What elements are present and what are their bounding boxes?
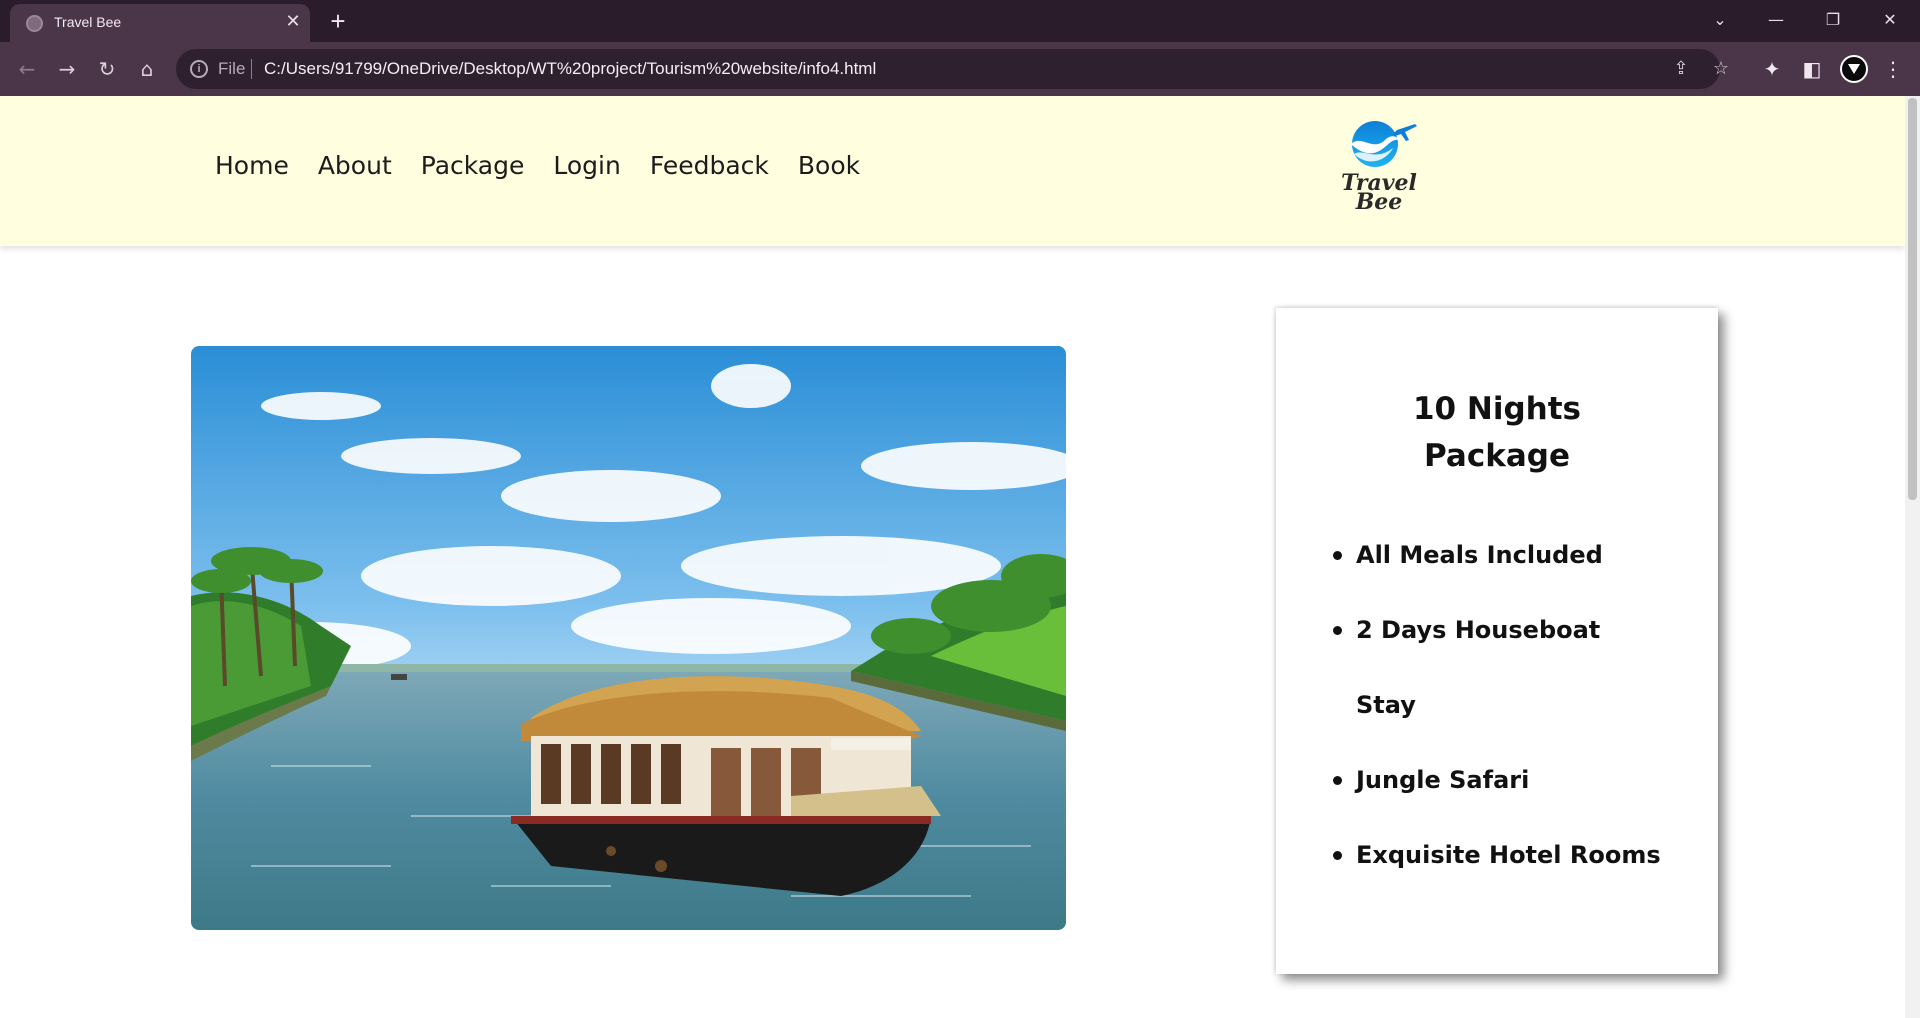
package-card: 10 Nights Package All Meals Included 2 D… <box>1276 308 1718 974</box>
scrollbar-thumb[interactable] <box>1908 98 1917 500</box>
list-item: All Meals Included <box>1333 518 1696 593</box>
travel-bee-logo[interactable]: Travel Bee <box>1335 118 1425 214</box>
restore-button[interactable]: ❐ <box>1805 0 1861 40</box>
tab-search-chevron-icon[interactable]: ⌄ <box>1692 0 1748 40</box>
reload-button[interactable]: ↻ <box>92 54 122 84</box>
nav-link-book[interactable]: Book <box>798 151 860 180</box>
bullet-icon <box>1333 626 1342 635</box>
page-viewport: Home About Package Login Feedback Book T… <box>0 96 1905 1018</box>
address-bar[interactable]: i File C:/Users/91799/OneDrive/Desktop/W… <box>176 49 1729 89</box>
info-icon[interactable]: i <box>190 60 208 78</box>
side-panel-icon[interactable]: ◧ <box>1797 54 1827 84</box>
bullet-icon <box>1333 551 1342 560</box>
nav-link-package[interactable]: Package <box>421 151 525 180</box>
new-tab-button[interactable]: + <box>322 6 354 36</box>
browser-tab-strip: Travel Bee ✕ + ⌄ — ❐ ✕ <box>0 0 1920 42</box>
bullet-icon <box>1333 776 1342 785</box>
nav-link-about[interactable]: About <box>318 151 392 180</box>
minimize-button[interactable]: — <box>1748 0 1804 40</box>
globe-icon <box>26 15 43 32</box>
scheme-label: File <box>218 59 246 78</box>
home-button[interactable]: ⌂ <box>132 54 162 84</box>
feature-text: All Meals Included <box>1356 541 1603 569</box>
feature-text: Jungle Safari <box>1356 766 1530 794</box>
page-scrollbar[interactable] <box>1905 96 1920 1018</box>
package-features-list: All Meals Included 2 Days Houseboat Stay… <box>1333 518 1696 893</box>
browser-toolbar: ← → ↻ ⌂ i File C:/Users/91799/OneDrive/D… <box>0 42 1920 96</box>
list-item: Jungle Safari <box>1333 743 1696 818</box>
package-title-line1: 10 Nights <box>1412 391 1582 427</box>
nav-link-feedback[interactable]: Feedback <box>650 151 769 180</box>
bullet-icon <box>1333 851 1342 860</box>
close-tab-icon[interactable]: ✕ <box>282 11 304 33</box>
tab-title: Travel Bee <box>54 14 122 30</box>
nav-link-home[interactable]: Home <box>215 151 289 180</box>
nav-link-login[interactable]: Login <box>553 151 620 180</box>
package-title: 10 Nights Package <box>1276 386 1718 480</box>
list-item: Exquisite Hotel Rooms <box>1333 818 1696 893</box>
extensions-puzzle-icon[interactable]: ✦ <box>1757 54 1787 84</box>
browser-menu-icon[interactable]: ⋮ <box>1878 54 1908 84</box>
forward-button[interactable]: → <box>52 54 82 84</box>
list-item-continuation: Stay <box>1356 668 1696 743</box>
houseboat-image <box>191 346 1066 930</box>
main-nav: Home About Package Login Feedback Book <box>215 151 889 180</box>
logo-line2: Bee <box>1355 189 1403 214</box>
bookmark-star-icon[interactable]: ☆ <box>1710 58 1732 80</box>
profile-avatar[interactable] <box>1840 55 1868 83</box>
share-icon[interactable]: ⇪ <box>1670 58 1692 80</box>
omnibox-divider <box>251 59 252 79</box>
close-window-button[interactable]: ✕ <box>1862 0 1918 40</box>
feature-text: Exquisite Hotel Rooms <box>1356 841 1661 869</box>
back-button[interactable]: ← <box>12 54 42 84</box>
feature-text: Stay <box>1356 691 1416 719</box>
package-title-line2: Package <box>1424 438 1570 474</box>
url-text[interactable]: C:/Users/91799/OneDrive/Desktop/WT%20pro… <box>264 59 876 79</box>
browser-tab[interactable]: Travel Bee ✕ <box>10 4 310 42</box>
site-header: Home About Package Login Feedback Book T… <box>0 96 1905 246</box>
list-item: 2 Days Houseboat <box>1333 593 1696 668</box>
feature-text: 2 Days Houseboat <box>1356 616 1601 644</box>
